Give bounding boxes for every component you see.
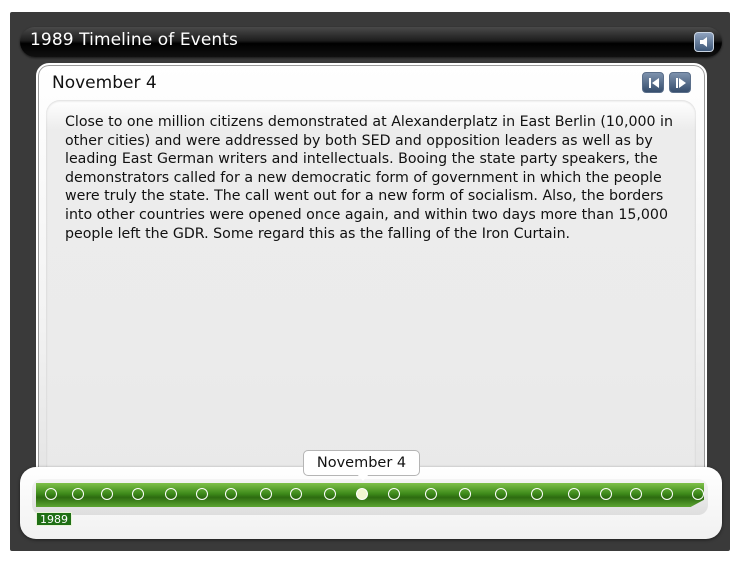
timeline-dot[interactable]: [692, 488, 704, 500]
timeline-dot[interactable]: [661, 488, 673, 500]
timeline-dot[interactable]: [425, 488, 437, 500]
timeline-dot[interactable]: [290, 488, 302, 500]
app-title: 1989 Timeline of Events: [30, 30, 239, 50]
event-header: November 4: [50, 72, 700, 96]
timeline-dot[interactable]: [495, 488, 507, 500]
audio-button[interactable]: [694, 32, 714, 52]
timeline-dot[interactable]: [324, 488, 336, 500]
timeline-dot[interactable]: [531, 488, 543, 500]
event-description: Close to one million citizens demonstrat…: [65, 114, 673, 242]
title-bar: 1989 Timeline of Events: [20, 27, 722, 57]
timeline-dot[interactable]: [72, 488, 84, 500]
timeline-dot[interactable]: [260, 488, 272, 500]
callout-pointer: [357, 474, 369, 481]
timeline-dot[interactable]: [568, 488, 580, 500]
next-event-button[interactable]: [669, 72, 691, 93]
year-badge: 1989: [36, 512, 72, 526]
timeline-dot[interactable]: [600, 488, 612, 500]
timeline-dot[interactable]: [459, 488, 471, 500]
timeline-dot[interactable]: [132, 488, 144, 500]
timeline-dot[interactable]: [630, 488, 642, 500]
previous-event-button[interactable]: [642, 72, 664, 93]
timeline-dot[interactable]: [45, 488, 57, 500]
timeline-dot[interactable]: [196, 488, 208, 500]
timeline-dot[interactable]: [101, 488, 113, 500]
timeline-dot[interactable]: [225, 488, 237, 500]
speaker-icon: [700, 37, 707, 47]
next-arrow-icon: [676, 78, 686, 88]
timeline-dot-active[interactable]: [356, 488, 368, 500]
event-date-title: November 4: [52, 73, 157, 93]
previous-arrow-icon: [649, 78, 659, 88]
timeline-dot[interactable]: [388, 488, 400, 500]
timeline-date-callout: November 4: [303, 450, 420, 476]
timeline-dot[interactable]: [165, 488, 177, 500]
